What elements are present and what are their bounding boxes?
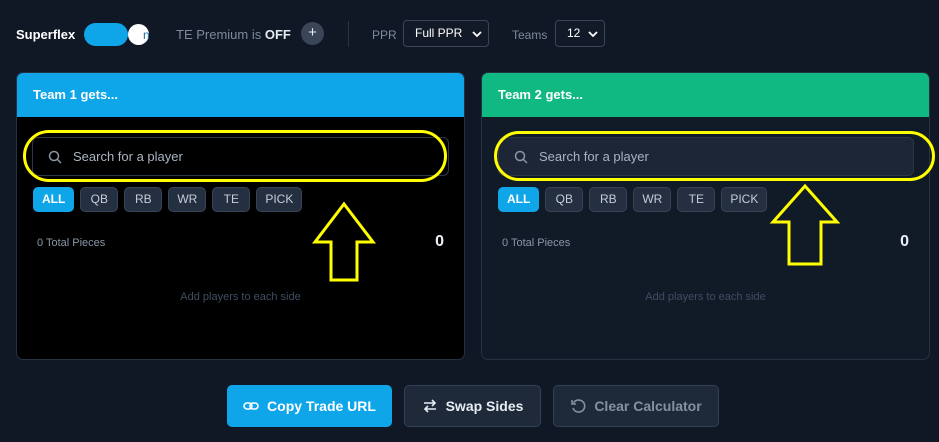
team-2-value-total: 0 [900, 233, 909, 250]
team-1-header: Team 1 gets... [17, 73, 464, 117]
team-2-position-filters: ALL QB RB WR TE PICK [498, 187, 768, 212]
te-premium-add-button[interactable]: + [301, 22, 324, 45]
superflex-toggle[interactable] [84, 23, 128, 46]
reset-icon [571, 399, 586, 413]
team-1-value-total: 0 [435, 233, 444, 250]
up-arrow-annotation-icon [769, 183, 841, 266]
chevron-down-icon [472, 31, 482, 38]
filter-qb[interactable]: QB [80, 187, 119, 212]
highlight-ring-team-1-search [23, 130, 447, 182]
highlight-ring-team-2-search [494, 131, 935, 181]
teams-label: Teams [512, 28, 548, 42]
up-arrow-annotation-icon [311, 201, 377, 282]
divider [348, 21, 349, 47]
copy-trade-url-label: Copy Trade URL [267, 398, 376, 414]
chevron-down-icon [588, 31, 598, 38]
team-2-panel: Team 2 gets... ALL QB RB WR TE PICK 0 To… [481, 72, 930, 360]
filter-wr[interactable]: WR [633, 187, 672, 212]
filter-rb[interactable]: RB [124, 187, 163, 212]
toggle-text-fragment: n [143, 28, 150, 42]
copy-trade-url-button[interactable]: Copy Trade URL [227, 385, 392, 427]
filter-wr[interactable]: WR [168, 187, 207, 212]
team-1-empty-message: Add players to each side [180, 291, 301, 303]
team-1-position-filters: ALL QB RB WR TE PICK [33, 187, 303, 212]
superflex-label: Superflex [16, 27, 76, 42]
ppr-select[interactable]: Full PPR [403, 20, 489, 47]
filter-te[interactable]: TE [212, 187, 251, 212]
ppr-select-value: Full PPR [415, 26, 463, 40]
filter-rb[interactable]: RB [589, 187, 628, 212]
team-2-empty-message: Add players to each side [645, 291, 766, 303]
swap-sides-button[interactable]: Swap Sides [404, 385, 541, 427]
team-1-total-pieces: 0 Total Pieces [37, 237, 106, 249]
swap-arrows-icon [423, 399, 436, 413]
settings-bar: Superflex n TE Premium is OFF + PPR Full… [0, 0, 939, 70]
swap-sides-label: Swap Sides [445, 398, 524, 414]
filter-all[interactable]: ALL [33, 187, 75, 212]
team-2-header: Team 2 gets... [482, 73, 929, 117]
link-icon [243, 402, 259, 410]
team-2-total-pieces: 0 Total Pieces [502, 237, 571, 249]
filter-pick[interactable]: PICK [256, 187, 303, 212]
ppr-label: PPR [372, 28, 397, 42]
filter-all[interactable]: ALL [498, 187, 540, 212]
te-premium-label: TE Premium is [176, 27, 262, 42]
team-1-panel: Team 1 gets... ALL QB RB WR TE PICK 0 To… [16, 72, 465, 360]
filter-te[interactable]: TE [677, 187, 716, 212]
clear-calculator-button[interactable]: Clear Calculator [553, 385, 719, 427]
filter-pick[interactable]: PICK [721, 187, 768, 212]
filter-qb[interactable]: QB [545, 187, 584, 212]
te-premium-status: TE Premium is OFF [176, 27, 291, 42]
clear-calculator-label: Clear Calculator [594, 398, 702, 414]
teams-select-value: 12 [567, 26, 581, 40]
te-premium-state: OFF [264, 27, 291, 42]
teams-select[interactable]: 12 [555, 20, 605, 47]
